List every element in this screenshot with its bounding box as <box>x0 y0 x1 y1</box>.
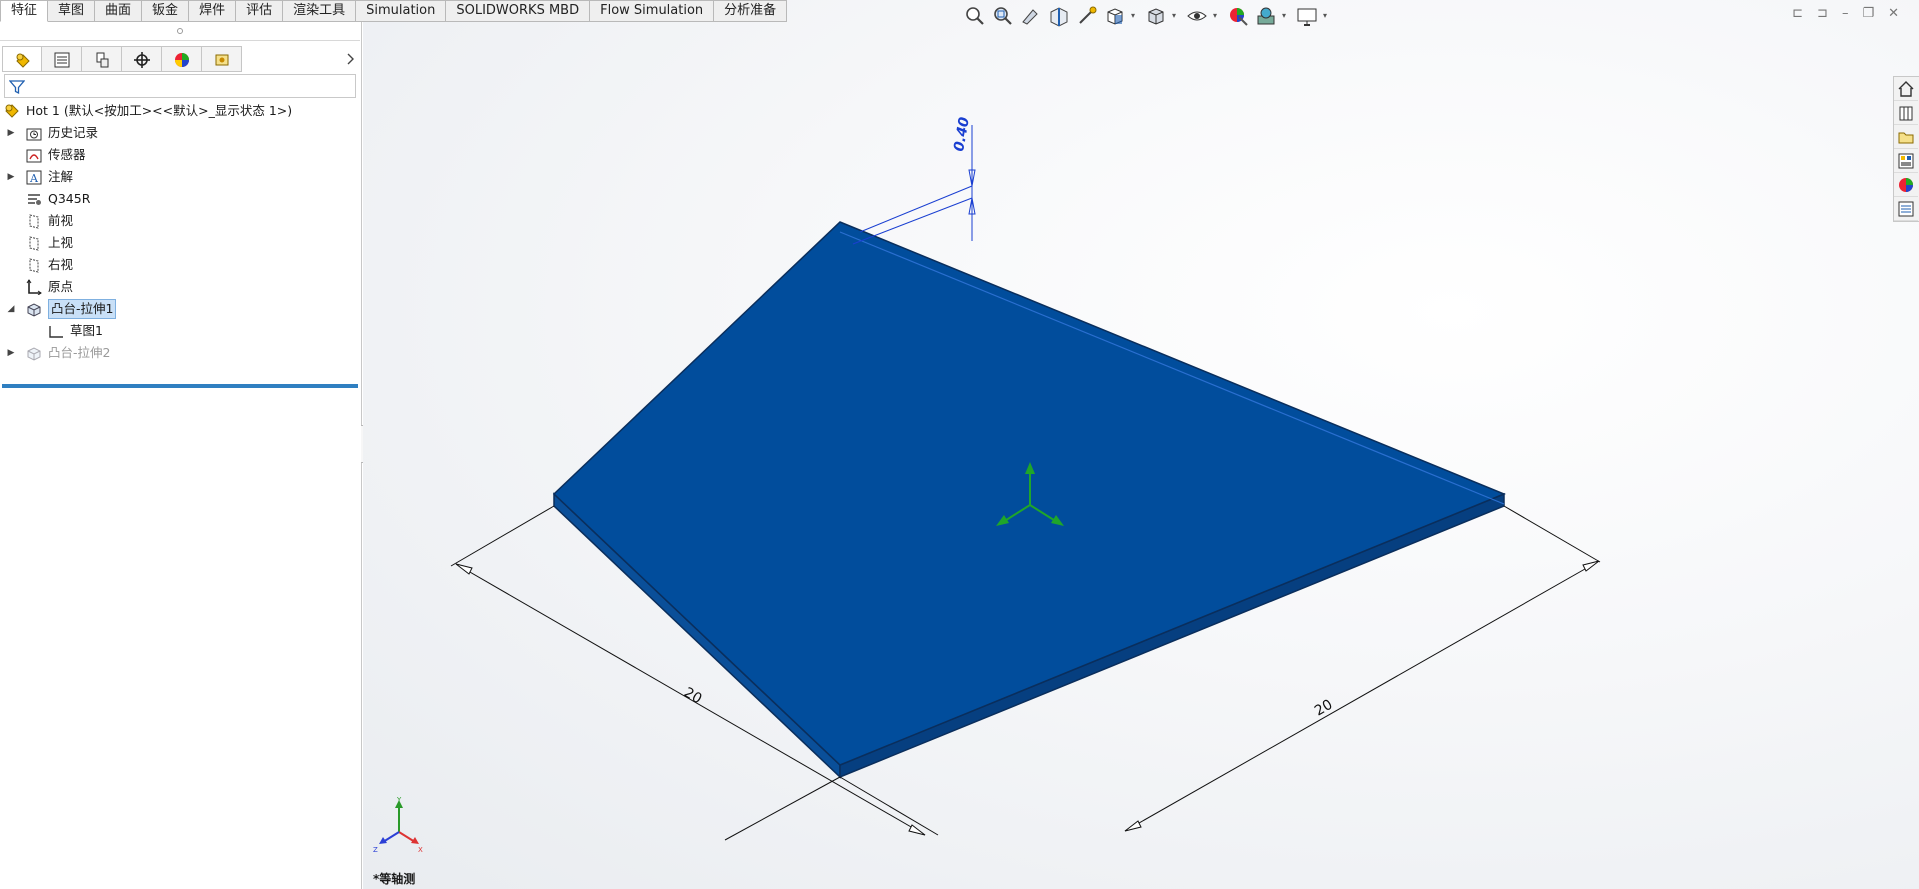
svg-text:A: A <box>29 172 39 185</box>
expand-arrow-icon[interactable]: ▶ <box>6 342 16 364</box>
right-dimension-arrow-b <box>1582 560 1600 572</box>
expand-arrow-icon[interactable]: ▶ <box>6 166 16 188</box>
property-manager-tab[interactable] <box>42 46 82 72</box>
tree-item-label: 传感器 <box>48 147 86 162</box>
feature-manager-panel: Hot 1 (默认<按加工><<默认>_显示状态 1>) ▶ 历史记录传感器 ▶ A 注… <box>0 22 362 889</box>
sketch-icon <box>48 323 64 339</box>
right-dimension-value[interactable]: 20 <box>1312 697 1335 720</box>
configuration-manager-tab[interactable] <box>82 46 122 72</box>
annotation-icon: A <box>26 169 42 185</box>
tab-10[interactable]: 分析准备 <box>714 0 788 22</box>
reference-triad-icon[interactable]: Y X Z <box>371 796 431 856</box>
tree-item-4[interactable]: 前视 <box>0 210 360 232</box>
left-dimension-arrow-a <box>455 563 473 575</box>
origin-icon <box>26 279 42 296</box>
tree-item-0[interactable]: ▶ 历史记录 <box>0 122 360 144</box>
tree-item-2[interactable]: ▶ A 注解 <box>0 166 360 188</box>
thickness-extension-line <box>859 185 973 233</box>
command-manager-tabs: 特征 草图 曲面 钣金 焊件 评估 渲染工具 Simulation SOLIDWORKS MBD… <box>0 0 788 22</box>
triad-x-label: X <box>418 846 423 854</box>
left-extension-line-a <box>450 505 555 567</box>
tree-item-3[interactable]: Q345R <box>0 188 360 210</box>
sensor-icon <box>26 147 42 163</box>
tree-root-part[interactable]: Hot 1 (默认<按加工><<默认>_显示状态 1>) <box>0 100 360 122</box>
property-manager-icon <box>54 52 70 68</box>
plane-icon <box>26 235 42 251</box>
tree-root-label: Hot 1 (默认<按加工><<默认>_显示状态 1>) <box>26 103 293 118</box>
feature-manager-tab[interactable] <box>2 46 42 72</box>
history-folder-icon <box>26 125 42 141</box>
graphics-area[interactable]: ▾ ▾ ▾ ▾ ▾ ⊏ ⊐ – ❐ ✕ 0.40 20 20 Y X Z *等轴… <box>363 0 1919 889</box>
cam-manager-icon <box>215 54 229 66</box>
model-view[interactable]: 0.40 20 20 <box>363 0 1919 889</box>
manager-tabs-more-chevron-icon[interactable] <box>344 48 358 70</box>
tree-item-8[interactable]: ◢ 凸台-拉伸1 <box>0 298 360 320</box>
tree-item-label: 凸台-拉伸1 <box>48 299 117 319</box>
left-extension-line-b <box>724 776 841 841</box>
tab-0[interactable]: 特征 <box>0 0 49 22</box>
dimxpert-manager-tab[interactable] <box>122 46 162 72</box>
dimxpert-crosshair-icon <box>134 52 150 68</box>
feature-tree: Hot 1 (默认<按加工><<默认>_显示状态 1>) ▶ 历史记录传感器 ▶ A 注… <box>0 100 360 364</box>
plane-icon <box>26 257 42 273</box>
tree-item-7[interactable]: 原点 <box>0 276 360 298</box>
tree-item-label: 草图1 <box>70 323 103 338</box>
tab-7[interactable]: Simulation <box>356 0 447 22</box>
thickness-dimension-value[interactable]: 0.40 <box>951 116 973 153</box>
extrude-icon <box>26 301 42 317</box>
tree-item-label: 上视 <box>48 235 74 250</box>
tree-item-1[interactable]: 传感器 <box>0 144 360 166</box>
tree-item-label: 注解 <box>48 169 74 184</box>
feature-tree-filter[interactable] <box>4 74 356 98</box>
material-icon <box>26 191 42 207</box>
filter-funnel-icon <box>9 80 25 95</box>
tree-item-label: 前视 <box>48 213 74 228</box>
extrude-icon <box>26 345 42 361</box>
display-manager-tab[interactable] <box>162 46 202 72</box>
tree-item-10[interactable]: ▶ 凸台-拉伸2 <box>0 342 360 364</box>
tab-2[interactable]: 曲面 <box>95 0 143 22</box>
tree-item-5[interactable]: 上视 <box>0 232 360 254</box>
grip-dot-icon <box>177 28 183 34</box>
tab-6[interactable]: 渲染工具 <box>283 0 357 22</box>
rollback-bar[interactable] <box>2 384 358 388</box>
display-manager-pie-icon <box>175 53 189 67</box>
tree-item-label: 凸台-拉伸2 <box>48 345 111 360</box>
tree-item-label: 右视 <box>48 257 74 272</box>
triad-y-label: Y <box>396 796 402 804</box>
manager-tabs <box>2 46 242 74</box>
right-extension-line-a <box>839 776 939 836</box>
tab-3[interactable]: 钣金 <box>142 0 190 22</box>
tree-item-label: 历史记录 <box>48 125 99 140</box>
part-icon <box>5 104 19 118</box>
tab-4[interactable]: 焊件 <box>189 0 237 22</box>
expand-arrow-icon[interactable]: ▶ <box>6 122 16 144</box>
tree-item-9[interactable]: 草图1 <box>0 320 360 342</box>
right-dimension-arrow-a <box>1124 820 1142 832</box>
tree-item-6[interactable]: 右视 <box>0 254 360 276</box>
triad-z-label: Z <box>373 846 378 854</box>
panel-grip[interactable] <box>0 22 360 41</box>
tab-8[interactable]: SOLIDWORKS MBD <box>446 0 591 22</box>
view-orientation-label: *等轴测 <box>373 872 416 886</box>
tree-item-label: 原点 <box>48 279 74 294</box>
cam-manager-tab[interactable] <box>202 46 242 72</box>
tab-9[interactable]: Flow Simulation <box>590 0 715 22</box>
right-extension-line-b <box>1503 505 1601 563</box>
tree-item-label: Q345R <box>48 191 91 206</box>
left-dimension-value[interactable]: 20 <box>681 685 704 708</box>
tab-5[interactable]: 评估 <box>236 0 284 22</box>
feature-manager-icon <box>16 53 30 68</box>
left-dimension-arrow-b <box>908 824 926 836</box>
thickness-extension-line-2 <box>852 197 973 245</box>
plane-icon <box>26 213 42 229</box>
collapse-arrow-icon[interactable]: ◢ <box>6 298 16 320</box>
configuration-manager-icon <box>96 52 109 68</box>
tab-1[interactable]: 草图 <box>48 0 96 22</box>
